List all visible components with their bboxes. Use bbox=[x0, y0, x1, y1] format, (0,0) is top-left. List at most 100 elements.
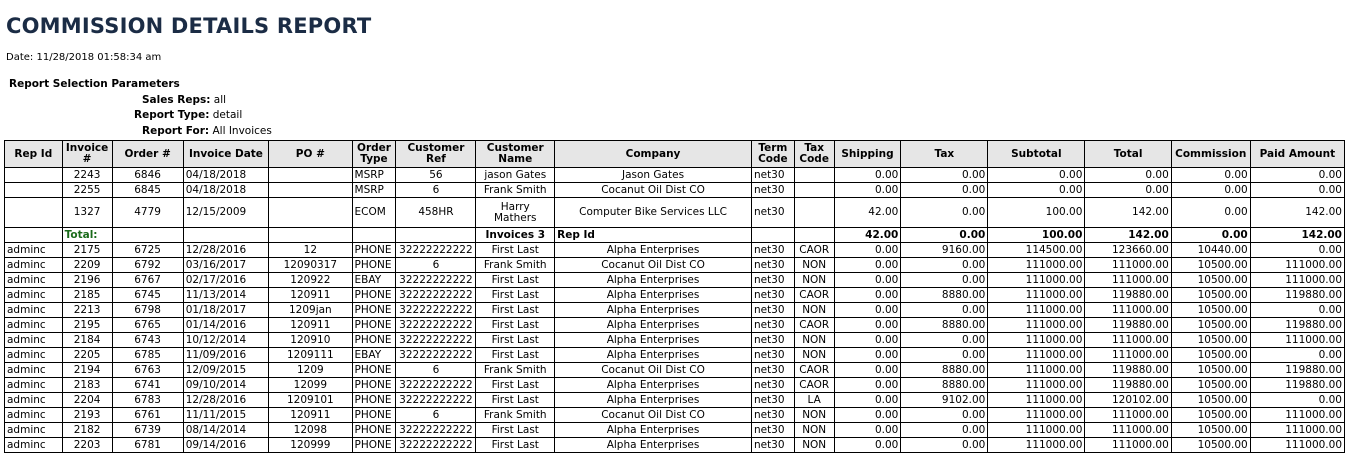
cell-company: Alpha Enterprises bbox=[554, 242, 752, 258]
cell-tax: 9102.00 bbox=[900, 392, 989, 408]
cell-customer-name: First Last bbox=[475, 392, 556, 408]
cell-invoice-no: 2204 bbox=[61, 392, 113, 408]
cell-po-no: 1209111 bbox=[268, 347, 353, 363]
cell-invoice-date: 11/11/2015 bbox=[182, 407, 270, 423]
cell-tax-code bbox=[793, 197, 835, 228]
cell-customer-ref: 6 bbox=[395, 407, 477, 423]
cell-rep-id: adminc bbox=[4, 347, 63, 363]
cell-tax-code: NON bbox=[793, 422, 835, 438]
cell-customer-ref: 32222222222 bbox=[395, 317, 477, 333]
report-date: Date: 11/28/2018 01:58:34 am bbox=[6, 52, 161, 63]
cell-subtotal: 111000.00 bbox=[987, 422, 1086, 438]
cell-subtotal: 111000.00 bbox=[987, 437, 1086, 453]
cell-order-type: ECOM bbox=[351, 197, 397, 228]
cell-customer-ref bbox=[395, 227, 477, 243]
cell-po-no: 12099 bbox=[268, 377, 353, 393]
cell-paid-amount: 111000.00 bbox=[1249, 422, 1345, 438]
cell-term-code: net30 bbox=[750, 257, 795, 273]
cell-invoice-no: 2243 bbox=[61, 167, 113, 183]
cell-total: 119880.00 bbox=[1084, 362, 1172, 378]
cell-tax: 0.00 bbox=[900, 302, 989, 318]
cell-customer-ref: 458HR bbox=[395, 197, 477, 228]
cell-order-type: PHONE bbox=[351, 317, 397, 333]
cell-po-no: 12 bbox=[268, 242, 353, 258]
cell-commission: 10500.00 bbox=[1170, 407, 1251, 423]
cell-order-type: MSRP bbox=[351, 182, 397, 198]
table-row: adminc 2182 6739 08/14/2014 12098 PHONE 322222… bbox=[4, 422, 1345, 438]
cell-po-no: 120922 bbox=[268, 272, 353, 288]
cell-company: Alpha Enterprises bbox=[554, 437, 752, 453]
cell-total: 142.00 bbox=[1084, 227, 1172, 243]
cell-paid-amount: 111000.00 bbox=[1249, 272, 1345, 288]
cell-company: Jason Gates bbox=[554, 167, 752, 183]
cell-invoice-no: 2255 bbox=[61, 182, 113, 198]
cell-commission: 10440.00 bbox=[1170, 242, 1251, 258]
cell-shipping: 42.00 bbox=[833, 227, 902, 243]
cell-invoice-no: 1327 bbox=[61, 197, 113, 228]
cell-total: 119880.00 bbox=[1084, 317, 1172, 333]
cell-rep-id: adminc bbox=[4, 302, 63, 318]
cell-shipping: 0.00 bbox=[833, 392, 902, 408]
table-row: adminc 2205 6785 11/09/2016 1209111 EBAY 32222… bbox=[4, 347, 1345, 363]
cell-term-code: net30 bbox=[750, 347, 795, 363]
cell-rep-id: adminc bbox=[4, 377, 63, 393]
cell-tax: 0.00 bbox=[900, 332, 989, 348]
cell-commission: 10500.00 bbox=[1170, 377, 1251, 393]
cell-order-type: PHONE bbox=[351, 362, 397, 378]
cell-invoice-no: Total: bbox=[61, 227, 113, 243]
cell-rep-id: adminc bbox=[4, 272, 63, 288]
cell-rep-id: adminc bbox=[4, 392, 63, 408]
cell-subtotal: 111000.00 bbox=[987, 332, 1086, 348]
cell-subtotal: 111000.00 bbox=[987, 347, 1086, 363]
cell-commission: 0.00 bbox=[1170, 227, 1251, 243]
cell-order-no: 4779 bbox=[111, 197, 184, 228]
cell-term-code: net30 bbox=[750, 182, 795, 198]
cell-invoice-date: 09/14/2016 bbox=[182, 437, 270, 453]
cell-rep-id: adminc bbox=[4, 362, 63, 378]
cell-invoice-no: 2185 bbox=[61, 287, 113, 303]
report-page: COMMISSION DETAILS REPORT Date: 11/28/20… bbox=[0, 0, 1345, 467]
table-row: adminc 2184 6743 10/12/2014 120910 PHONE 32222… bbox=[4, 332, 1345, 348]
cell-order-type: PHONE bbox=[351, 287, 397, 303]
report-type-value: detail bbox=[212, 109, 243, 121]
cell-total: 119880.00 bbox=[1084, 287, 1172, 303]
cell-po-no bbox=[268, 227, 353, 243]
cell-commission: 10500.00 bbox=[1170, 437, 1251, 453]
cell-company: Alpha Enterprises bbox=[554, 332, 752, 348]
cell-tax: 0.00 bbox=[900, 167, 989, 183]
cell-paid-amount: 142.00 bbox=[1249, 227, 1345, 243]
cell-total: 120102.00 bbox=[1084, 392, 1172, 408]
cell-invoice-date: 09/10/2014 bbox=[182, 377, 270, 393]
cell-customer-name: First Last bbox=[475, 377, 556, 393]
cell-customer-ref: 32222222222 bbox=[395, 242, 477, 258]
table-body: 2243 6846 04/18/2018 MSRP 56 jason Gates Jason… bbox=[4, 167, 1345, 453]
cell-order-no: 6845 bbox=[111, 182, 184, 198]
cell-paid-amount: 0.00 bbox=[1249, 182, 1345, 198]
cell-po-no: 120999 bbox=[268, 437, 353, 453]
cell-customer-name: Frank Smith bbox=[475, 362, 556, 378]
cell-tax-code bbox=[793, 167, 835, 183]
cell-term-code: net30 bbox=[750, 377, 795, 393]
cell-customer-ref: 6 bbox=[395, 182, 477, 198]
cell-total: 111000.00 bbox=[1084, 422, 1172, 438]
cell-shipping: 0.00 bbox=[833, 362, 902, 378]
cell-customer-name: First Last bbox=[475, 302, 556, 318]
cell-paid-amount: 0.00 bbox=[1249, 347, 1345, 363]
cell-tax: 9160.00 bbox=[900, 242, 989, 258]
header-total: Total bbox=[1084, 140, 1172, 168]
cell-customer-name: Harry Mathers bbox=[475, 197, 556, 228]
cell-tax: 8880.00 bbox=[900, 287, 989, 303]
cell-customer-ref: 32222222222 bbox=[395, 437, 477, 453]
cell-order-no: 6725 bbox=[111, 242, 184, 258]
cell-order-no: 6792 bbox=[111, 257, 184, 273]
cell-shipping: 0.00 bbox=[833, 242, 902, 258]
header-invoice-no: Invoice # bbox=[61, 140, 113, 168]
table-row: adminc 2209 6792 03/16/2017 12090317 PHONE 6 Fr… bbox=[4, 257, 1345, 273]
cell-shipping: 0.00 bbox=[833, 302, 902, 318]
cell-customer-ref: 32222222222 bbox=[395, 392, 477, 408]
cell-order-no: 6846 bbox=[111, 167, 184, 183]
header-order-type: Order Type bbox=[351, 140, 397, 168]
cell-tax-code: CAOR bbox=[793, 317, 835, 333]
cell-company: Alpha Enterprises bbox=[554, 287, 752, 303]
cell-commission: 10500.00 bbox=[1170, 302, 1251, 318]
